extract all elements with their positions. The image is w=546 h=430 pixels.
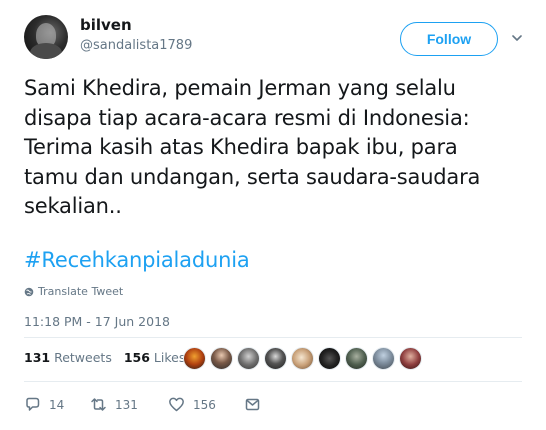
follow-button[interactable]: Follow — [400, 22, 498, 56]
divider — [24, 337, 522, 338]
reply-icon — [26, 397, 40, 411]
liker-avatar[interactable] — [183, 347, 206, 370]
tweet-text-line: Sami Khedira, pemain Jerman yang selalu — [24, 76, 456, 100]
liker-avatar[interactable] — [264, 347, 287, 370]
action-bar: 14 131 156 — [24, 396, 261, 413]
likes-label[interactable]: Likes — [154, 350, 185, 365]
liker-avatar[interactable] — [237, 347, 260, 370]
like-count: 156 — [193, 397, 216, 412]
username[interactable]: @sandalista1789 — [80, 38, 192, 53]
liker-avatar[interactable] — [372, 347, 395, 370]
liker-avatar[interactable] — [399, 347, 422, 370]
chevron-down-icon[interactable] — [512, 33, 522, 43]
translate-label: Translate Tweet — [38, 285, 124, 298]
retweet-button[interactable]: 131 — [90, 396, 168, 413]
direct-message-button[interactable] — [244, 396, 261, 413]
hashtag-link[interactable]: #Recehkanpialadunia — [24, 248, 250, 272]
reply-count: 14 — [49, 397, 65, 412]
liker-avatar[interactable] — [345, 347, 368, 370]
translate-tweet-link[interactable]: Translate Tweet — [24, 285, 123, 298]
tweet-text-line: Terima kasih atas Khedira bapak ibu, par… — [24, 135, 458, 159]
retweets-count[interactable]: 131 — [24, 350, 50, 365]
display-name[interactable]: bilven — [80, 16, 132, 34]
retweet-count: 131 — [115, 397, 138, 412]
retweets-label[interactable]: Retweets — [54, 350, 112, 365]
likes-count[interactable]: 156 — [124, 350, 150, 365]
tweet-text-line: tamu dan undangan, serta saudara-saudara — [24, 164, 481, 189]
liker-avatars — [183, 347, 422, 370]
timestamp[interactable]: 11:18 PM - 17 Jun 2018 — [24, 314, 170, 329]
globe-icon — [24, 287, 34, 296]
divider — [24, 381, 522, 382]
tweet-text-line: disapa tiap acara-acara resmi di Indones… — [24, 105, 470, 130]
engagement-stats: 131 Retweets 156 Likes — [24, 350, 185, 365]
like-button[interactable]: 156 — [168, 396, 244, 413]
liker-avatar[interactable] — [210, 347, 233, 370]
author-avatar[interactable] — [24, 15, 68, 59]
reply-button[interactable]: 14 — [24, 396, 90, 413]
liker-avatar[interactable] — [291, 347, 314, 370]
heart-icon — [169, 397, 184, 412]
tweet-text: Sami Khedira, pemain Jerman yang selalu … — [24, 74, 524, 222]
envelope-icon — [245, 398, 260, 411]
retweet-icon — [91, 398, 106, 411]
liker-avatar[interactable] — [318, 347, 341, 370]
tweet-text-line: sekalian.. — [24, 194, 122, 218]
